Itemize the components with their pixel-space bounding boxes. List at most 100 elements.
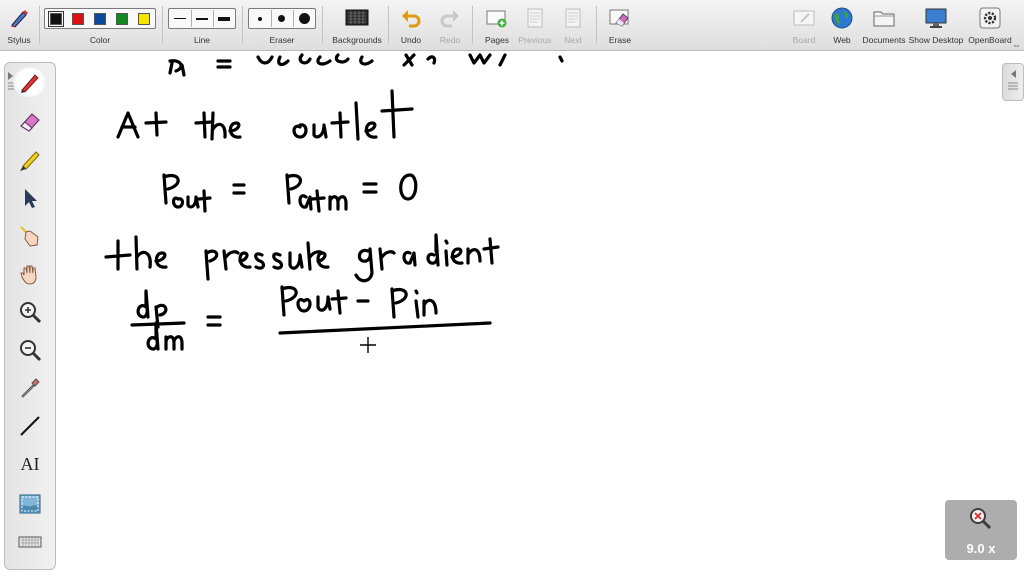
laser-hand-icon [20,226,39,247]
erase-all-icon [608,6,632,30]
toolbar-separator [596,6,597,44]
next-button[interactable]: Next [558,0,588,50]
previous-page-icon [523,6,547,30]
window-size-icon[interactable]: ⇔ [1012,40,1021,50]
library-panel-tab[interactable] [1002,63,1024,101]
settings-gear-icon [978,6,1002,30]
previous-button[interactable]: Previous [518,0,552,50]
hand-icon [20,265,37,285]
main-toolbar: Stylus Color Line Eraser Backgrounds Und… [0,0,1024,51]
redo-icon [438,6,462,30]
virtual-keyboard-tool[interactable] [13,527,47,557]
line-medium-option[interactable] [190,10,212,27]
highlighter-icon [20,151,40,171]
openboard-label: OpenBoard [968,35,1012,45]
zoom-in-tool[interactable] [13,297,47,327]
board-icon [792,6,816,30]
eraser-small-option[interactable] [250,10,270,27]
text-tool-icon: AI [20,453,40,474]
line-thin-option[interactable] [170,10,190,27]
previous-label: Previous [518,35,552,45]
folder-icon [872,6,896,30]
pages-button[interactable]: Pages [482,0,512,50]
laser-pointer-tool[interactable] [13,221,47,251]
color-yellow-swatch[interactable] [138,12,150,25]
handwritten-ink-strokes [104,53,564,353]
globe-icon [830,6,854,30]
crosshair-cursor [360,337,376,353]
pages-icon [485,6,509,30]
line-tool[interactable] [13,411,47,441]
board-button[interactable]: Board [789,0,819,50]
tool-palette: AI [4,62,56,570]
line-width-selector [168,8,236,29]
eraser-icon [20,113,40,132]
stylus-button[interactable]: Stylus [4,0,34,50]
web-label: Web [833,35,851,45]
pages-label: Pages [484,35,510,45]
color-black-swatch[interactable] [48,10,64,27]
next-page-icon [561,6,585,30]
color-label: Color [89,35,111,45]
redo-button[interactable]: Redo [435,0,465,50]
hand-tool[interactable] [13,259,47,289]
show-desktop-button[interactable]: Show Desktop [909,0,963,50]
color-selector [44,8,156,29]
backgrounds-icon [345,6,369,30]
documents-button[interactable]: Documents [863,0,906,50]
zoom-out-icon [20,340,42,362]
documents-label: Documents [862,35,906,45]
redo-label: Redo [439,35,461,45]
desktop-icon [924,6,948,30]
capture-tool[interactable] [13,489,47,519]
line-tool-icon [20,416,40,436]
backgrounds-button[interactable]: Backgrounds [332,0,382,50]
color-blue-swatch[interactable] [94,12,106,25]
eraser-large-option[interactable] [293,10,314,27]
undo-icon [399,6,423,30]
eraser-group: Eraser [248,0,316,50]
web-button[interactable]: Web [827,0,857,50]
zoom-in-icon [20,302,42,324]
eraser-medium-option[interactable] [270,10,292,27]
color-red-swatch[interactable] [72,12,84,25]
keyboard-icon [18,536,42,548]
show-desktop-label: Show Desktop [908,35,964,45]
stylus-label: Stylus [7,35,31,45]
toolbar-separator [472,6,473,44]
pen-tool[interactable] [13,67,47,97]
openboard-menu-button[interactable]: OpenBoard [968,0,1012,50]
capture-icon [19,494,41,514]
color-group: Color [44,0,156,50]
eyedropper-icon [21,378,40,398]
toolbar-separator [388,6,389,44]
toolbar-separator [322,6,323,44]
zoom-out-tool[interactable] [13,335,47,365]
color-green-swatch[interactable] [116,12,128,25]
whiteboard-canvas[interactable] [0,51,1024,576]
highlighter-tool[interactable] [13,145,47,175]
eyedropper-tool[interactable] [13,373,47,403]
eraser-size-selector [248,8,316,29]
backgrounds-label: Backgrounds [332,35,382,45]
erase-button[interactable]: Erase [605,0,635,50]
toolbar-separator [162,6,163,44]
eraser-tool[interactable] [13,107,47,137]
line-group: Line [168,0,236,50]
pointer-icon [25,189,37,208]
line-thick-option[interactable] [213,10,234,27]
zoom-indicator[interactable]: 9.0 x [945,500,1017,560]
line-label: Line [193,35,211,45]
stylus-icon [7,6,31,30]
expand-library-icon [1008,70,1018,90]
undo-label: Undo [400,35,422,45]
next-label: Next [564,35,582,45]
selector-tool[interactable] [13,183,47,213]
zoom-level-text: 9.0 x [966,541,996,556]
pen-icon [21,74,39,93]
text-tool[interactable]: AI [13,449,47,479]
zoom-magnifier-icon [970,508,992,530]
board-label: Board [792,35,816,45]
undo-button[interactable]: Undo [396,0,426,50]
eraser-label: Eraser [269,35,295,45]
